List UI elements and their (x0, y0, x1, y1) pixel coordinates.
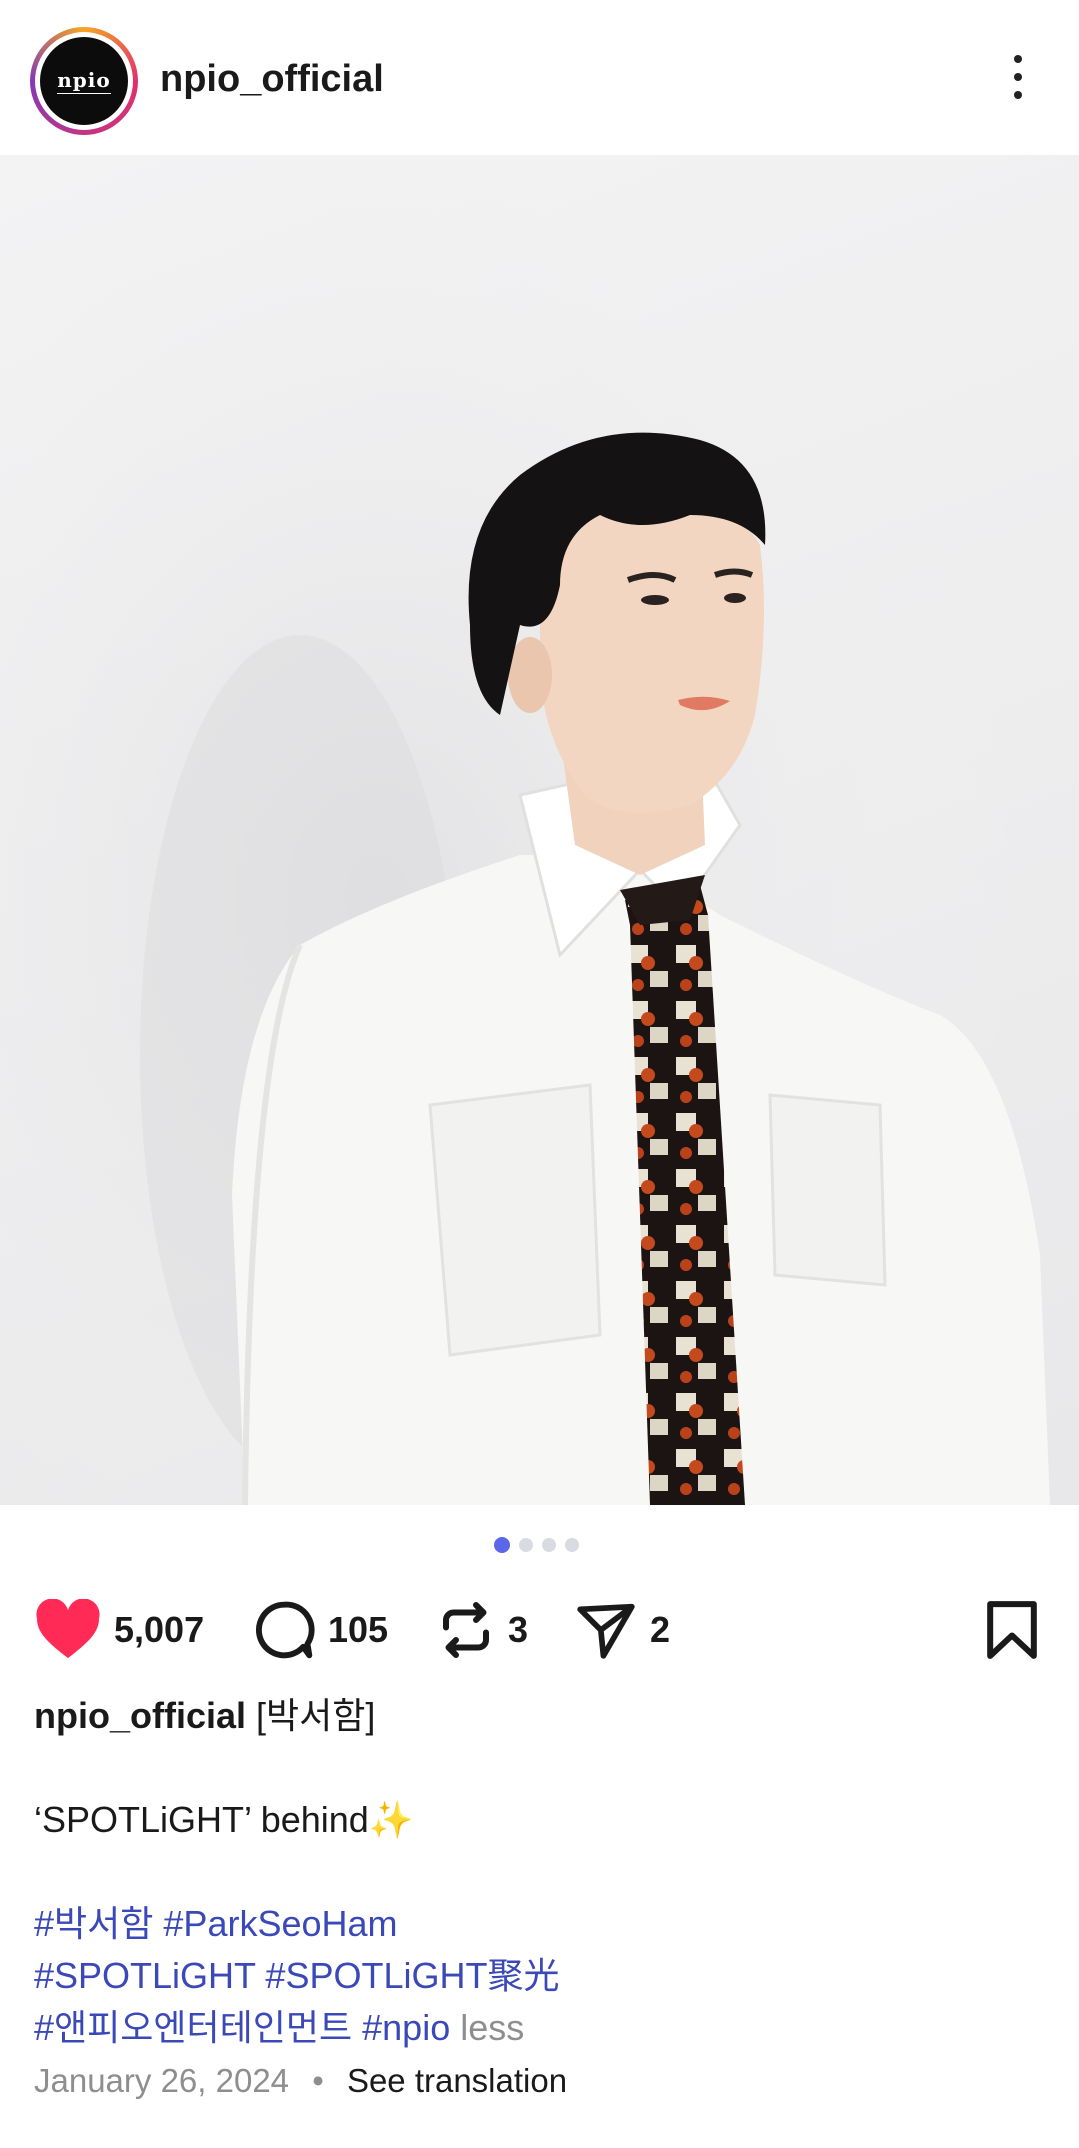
bookmark-icon (987, 1601, 1037, 1659)
like-count: 5,007 (114, 1609, 205, 1650)
hashtag[interactable]: #박서함 (34, 1903, 153, 1944)
caption-text: ‘SPOTLiGHT’ behind✨ (34, 1799, 414, 1840)
post-header: npio npio_official (0, 0, 1079, 155)
portrait-image (0, 155, 1079, 1505)
hashtag[interactable]: #ParkSeoHam (163, 1903, 397, 1944)
caption-username[interactable]: npio_official (34, 1695, 246, 1736)
hashtag[interactable]: #SPOTLiGHT (34, 1955, 255, 1996)
hashtag[interactable]: #npio (362, 2007, 450, 2048)
send-icon (577, 1603, 635, 1659)
carousel-indicator (494, 1537, 579, 1554)
avatar[interactable]: npio (40, 37, 128, 125)
save-button[interactable] (984, 1590, 1040, 1670)
caption-less-link[interactable]: less (460, 2007, 524, 2048)
action-bar: 5,007 105 3 2 (0, 1590, 1079, 1670)
hashtag[interactable]: #SPOTLiGHT聚光 (265, 1955, 559, 1996)
like-button[interactable]: 5,007 (34, 1590, 204, 1670)
share-button[interactable]: 2 (574, 1590, 670, 1670)
see-translation-link[interactable]: See translation (347, 2062, 567, 2099)
repost-count: 3 (508, 1609, 529, 1650)
hashtag[interactable]: #앤피오엔터테인먼트 (34, 2007, 352, 2048)
carousel-dot (519, 1538, 533, 1552)
caption-name-tag: [박서함] (256, 1695, 376, 1736)
story-ring[interactable]: npio (30, 27, 138, 135)
post-date: January 26, 2024 (34, 2062, 290, 2099)
heart-filled-icon (36, 1599, 100, 1659)
repost-button[interactable]: 3 (436, 1590, 528, 1670)
carousel-dot (542, 1538, 556, 1552)
post-photo[interactable] (0, 155, 1079, 1505)
more-options-icon[interactable] (1000, 55, 1036, 109)
comment-bubble-icon (255, 1601, 315, 1659)
meta-separator: • (312, 2062, 324, 2099)
author-username[interactable]: npio_official (160, 58, 384, 101)
post-caption: npio_official [박서함] ‘SPOTLiGHT’ behind✨ … (34, 1690, 1044, 2054)
avatar-logo-text: npio (57, 68, 111, 94)
share-count: 2 (650, 1609, 671, 1650)
comment-button[interactable]: 105 (252, 1590, 388, 1670)
carousel-dot-active (494, 1537, 510, 1553)
repost-icon (443, 1602, 489, 1658)
post-meta: January 26, 2024 • See translation (34, 2062, 567, 2100)
carousel-dot (565, 1538, 579, 1552)
comment-count: 105 (328, 1609, 389, 1650)
